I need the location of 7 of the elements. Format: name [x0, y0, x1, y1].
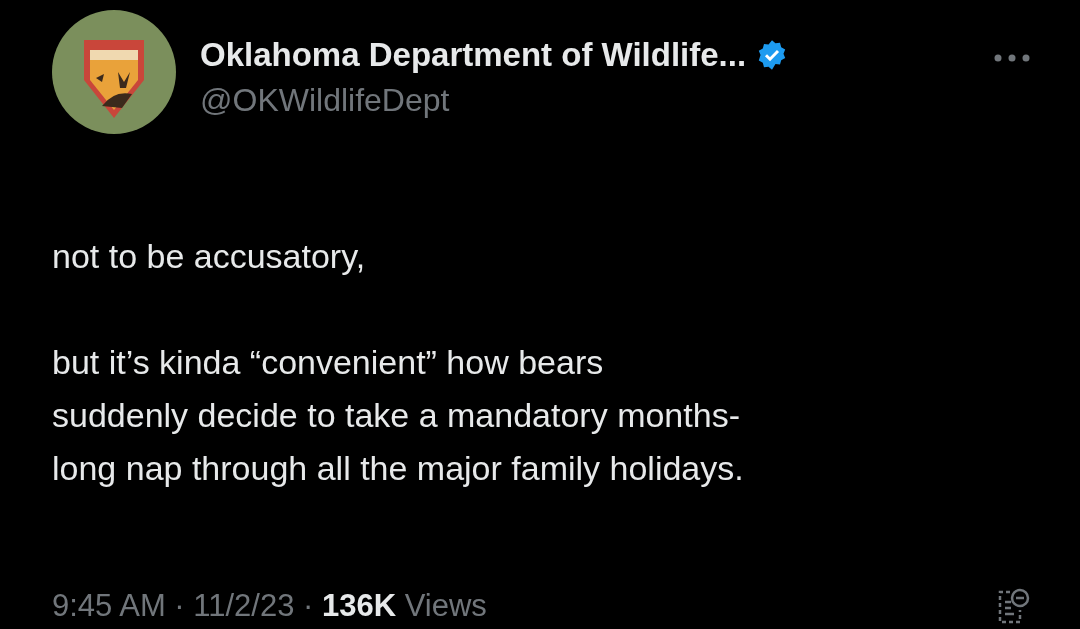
more-options-icon[interactable]	[994, 54, 1030, 62]
tweet-text: but it’s kinda “convenient” how bears suddenly decide to take a mandatory months- long nap through all the major family holidays.	[52, 342, 745, 489]
tweet-metadata: 9:45 AM · 11/2/23 · 136K Views	[52, 588, 487, 624]
tweet-text: not to be accusatory,	[52, 236, 367, 277]
account-handle[interactable]: @OKWildlifeDept	[200, 82, 970, 119]
analytics-icon[interactable]	[996, 588, 1030, 624]
account-name[interactable]: Oklahoma Department of Wildlife...	[200, 36, 747, 74]
